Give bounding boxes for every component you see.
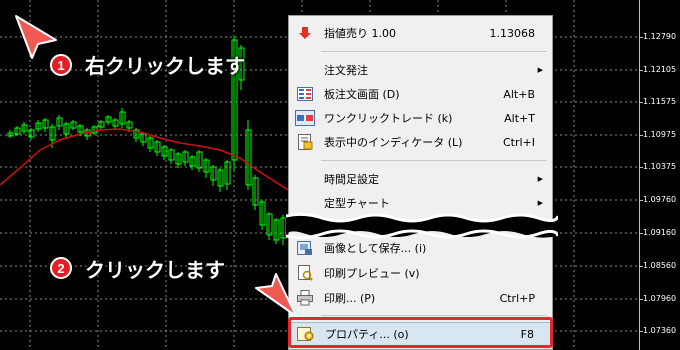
menu-item-timeframe[interactable]: 時間足設定 ▶ (290, 167, 551, 191)
menu-item-save-as-image[interactable]: 画像として保存... (i) (290, 236, 551, 260)
menu-item-print-preview[interactable]: 印刷プレビュー (v) (290, 261, 551, 285)
menu-item-label: ワンクリックトレード (k) (324, 112, 453, 125)
indicators-list-icon (290, 130, 320, 154)
price-label: 1.10375 (643, 162, 677, 171)
price-label: 1.08560 (643, 261, 677, 270)
moving-average-line (0, 128, 289, 191)
menu-item-shortcut: Ctrl+P (499, 291, 535, 305)
menu-item-shortcut: Alt+B (503, 87, 535, 101)
save-image-icon (290, 236, 320, 260)
screenshot-stage: 1.12790 1.12105 1.11575 1.10975 1.10375 … (0, 0, 680, 350)
step-number-badge: 2 (50, 257, 72, 279)
price-label: 1.07360 (643, 326, 677, 335)
menu-item-label: 注文発注 (324, 64, 368, 77)
price-label: 1.12790 (643, 32, 677, 41)
menu-item-shortcut: Alt+T (504, 111, 535, 125)
price-label: 1.11575 (643, 97, 677, 106)
menu-item-label: 表示中のインディケータ (L) (324, 136, 463, 149)
submenu-arrow-icon: ▶ (537, 66, 543, 74)
menu-item-indicators-list[interactable]: 表示中のインディケータ (L) Ctrl+I (290, 130, 551, 154)
menu-item-shortcut: Ctrl+I (502, 135, 535, 149)
chart-context-menu: 指値売り 1.00 1.13068 注文発注 ▶ 板注文画面 (D) Alt+B… (286, 15, 558, 350)
step2-instruction: クリックします (85, 258, 225, 282)
menu-separator (321, 315, 547, 316)
menu-item-print[interactable]: 印刷... (P) Ctrl+P (290, 286, 551, 310)
step-number-badge: 1 (50, 54, 72, 76)
menu-item-label: 板注文画面 (D) (324, 88, 400, 101)
price-label: 1.12105 (643, 65, 677, 74)
menu-item-label: 印刷プレビュー (v) (324, 267, 420, 280)
menu-item-label: 指値売り 1.00 (324, 27, 396, 40)
price-label: 1.10975 (643, 130, 677, 139)
properties-highlight-box (288, 317, 553, 348)
price-label: 1.09760 (643, 195, 677, 204)
submenu-arrow-icon: ▶ (537, 175, 543, 183)
menu-item-label: 定型チャート (324, 197, 390, 210)
sell-limit-arrow-icon (290, 21, 320, 45)
menu-item-label: 印刷... (P) (324, 292, 376, 305)
cursor-arrow-icon (15, 15, 57, 59)
menu-item-label: 時間足設定 (324, 173, 379, 186)
menu-item-shortcut: 1.13068 (489, 26, 536, 40)
menu-item-sell-limit[interactable]: 指値売り 1.00 1.13068 (290, 21, 551, 45)
submenu-arrow-icon: ▶ (537, 199, 543, 207)
pointer-arrow-icon (255, 273, 297, 317)
menu-item-one-click-trading[interactable]: ワンクリックトレード (k) Alt+T (290, 106, 551, 130)
menu-item-place-order[interactable]: 注文発注 ▶ (290, 58, 551, 82)
step1-instruction: 右クリックします (85, 54, 245, 78)
menu-item-depth-of-market[interactable]: 板注文画面 (D) Alt+B (290, 82, 551, 106)
menu-item-label: 画像として保存... (i) (324, 242, 427, 255)
price-label: 1.07960 (643, 294, 677, 303)
menu-separator (321, 160, 547, 161)
one-click-trading-icon (290, 106, 320, 130)
menu-separator (321, 51, 547, 52)
price-label: 1.09160 (643, 228, 677, 237)
depth-of-market-icon (290, 82, 320, 106)
price-axis: 1.12790 1.12105 1.11575 1.10975 1.10375 … (640, 0, 680, 350)
